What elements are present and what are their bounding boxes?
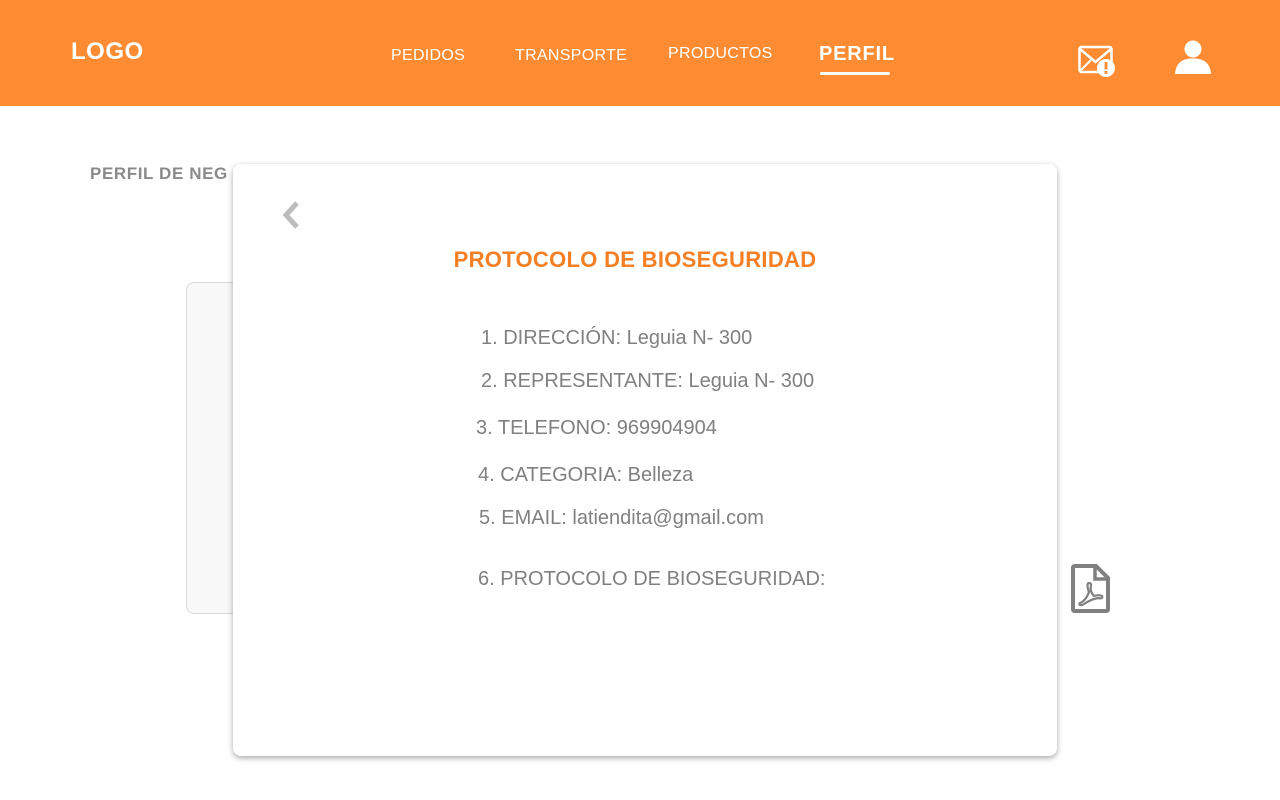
- pdf-file-icon[interactable]: [1070, 563, 1112, 613]
- nav-pedidos[interactable]: PEDIDOS: [391, 47, 465, 65]
- info-item-email: 5. EMAIL: latiendita@gmail.com: [479, 507, 764, 529]
- info-item-representante: 2. REPRESENTANTE: Leguia N- 300: [481, 370, 815, 392]
- nav-perfil[interactable]: PERFIL: [819, 43, 895, 66]
- back-chevron-icon[interactable]: [279, 198, 303, 232]
- section-title: PERFIL DE NEG: [90, 164, 228, 183]
- top-navbar: LOGO PEDIDOS TRANSPORTE PRODUCTOS PERFIL: [0, 0, 1280, 106]
- nav-productos[interactable]: PRODUCTOS: [668, 45, 773, 63]
- active-tab-indicator: [820, 72, 890, 75]
- info-item-protocolo: 6. PROTOCOLO DE BIOSEGURIDAD:: [478, 568, 826, 590]
- nav-transporte[interactable]: TRANSPORTE: [515, 47, 627, 65]
- bioseguridad-modal: PROTOCOLO DE BIOSEGURIDAD 1. DIRECCIÓN: …: [233, 164, 1057, 756]
- info-item-categoria: 4. CATEGORIA: Belleza: [478, 464, 694, 486]
- mail-alert-icon[interactable]: [1078, 44, 1118, 80]
- logo[interactable]: LOGO: [71, 38, 144, 66]
- modal-title: PROTOCOLO DE BIOSEGURIDAD: [453, 247, 817, 272]
- user-icon[interactable]: [1174, 40, 1212, 76]
- info-item-telefono: 3. TELEFONO: 969904904: [476, 417, 717, 439]
- info-item-direccion: 1. DIRECCIÓN: Leguia N- 300: [481, 327, 753, 349]
